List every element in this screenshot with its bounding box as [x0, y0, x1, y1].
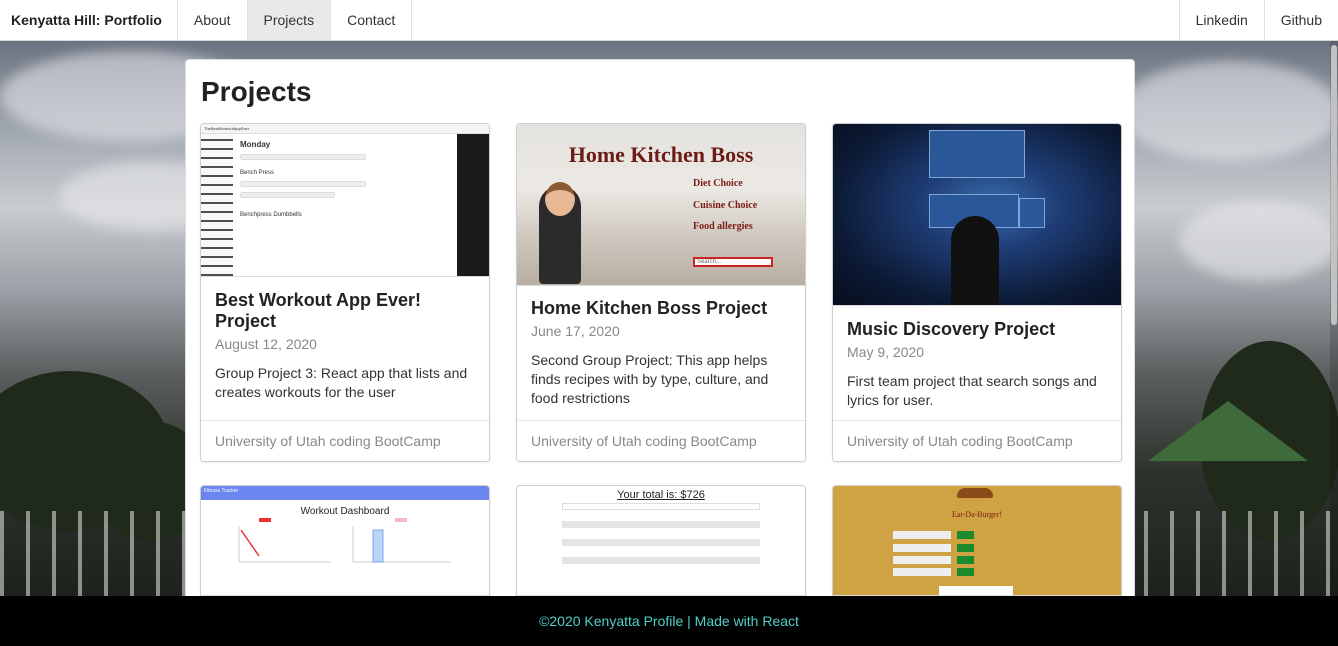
card-date: August 12, 2020 [215, 336, 317, 352]
project-thumbnail [833, 124, 1121, 306]
card-title[interactable]: Home Kitchen Boss Project [531, 298, 791, 319]
project-thumbnail: Your total is: $726 [517, 486, 805, 596]
card-footer: University of Utah coding BootCamp [201, 420, 489, 461]
card-description: Group Project 3: React app that lists an… [215, 365, 468, 400]
project-thumbnail: Fitness Tracker Workout Dashboard [201, 486, 489, 596]
top-navbar: Kenyatta Hill: Portfolio About Projects … [0, 0, 1338, 41]
scrollbar-thumb[interactable] [1331, 45, 1337, 325]
projects-panel: Projects TheBestWorkoutAppEver Monday Be… [185, 59, 1135, 599]
project-card-burger[interactable]: Eat-Da-Burger! [832, 485, 1122, 598]
nav-about[interactable]: About [178, 0, 248, 40]
page-title: Projects [201, 76, 312, 107]
project-card-kitchen[interactable]: Home Kitchen Boss Diet Choice Cuisine Ch… [516, 123, 806, 462]
nav-contact[interactable]: Contact [331, 0, 413, 40]
project-thumbnail: Eat-Da-Burger! [833, 486, 1121, 596]
brand-link[interactable]: Kenyatta Hill: Portfolio [0, 0, 178, 40]
page-footer: ©2020 Kenyatta Profile | Made with React [0, 596, 1338, 646]
card-title[interactable]: Best Workout App Ever! Project [215, 290, 475, 332]
nav-projects[interactable]: Projects [247, 0, 332, 40]
project-card-workout[interactable]: TheBestWorkoutAppEver Monday Bench Press… [200, 123, 490, 462]
card-title[interactable]: Music Discovery Project [847, 319, 1107, 340]
project-card-music[interactable]: Music Discovery Project May 9, 2020 Firs… [832, 123, 1122, 462]
footer-text: ©2020 Kenyatta Profile | Made with React [539, 613, 799, 629]
card-footer: University of Utah coding BootCamp [833, 420, 1121, 461]
card-date: May 9, 2020 [847, 344, 925, 360]
card-description: First team project that search songs and… [847, 373, 1097, 408]
project-thumbnail: TheBestWorkoutAppEver Monday Bench Press… [201, 124, 489, 277]
project-card-budget[interactable]: Your total is: $726 [516, 485, 806, 598]
project-card-dashboard[interactable]: Fitness Tracker Workout Dashboard [200, 485, 490, 598]
nav-linkedin[interactable]: Linkedin [1178, 0, 1264, 40]
page-scrollbar[interactable] [1330, 41, 1338, 596]
project-thumbnail: Home Kitchen Boss Diet Choice Cuisine Ch… [517, 124, 805, 286]
nav-github[interactable]: Github [1263, 0, 1338, 40]
card-footer: University of Utah coding BootCamp [517, 420, 805, 461]
card-description: Second Group Project: This app helps fin… [531, 352, 769, 406]
card-date: June 17, 2020 [531, 323, 620, 339]
